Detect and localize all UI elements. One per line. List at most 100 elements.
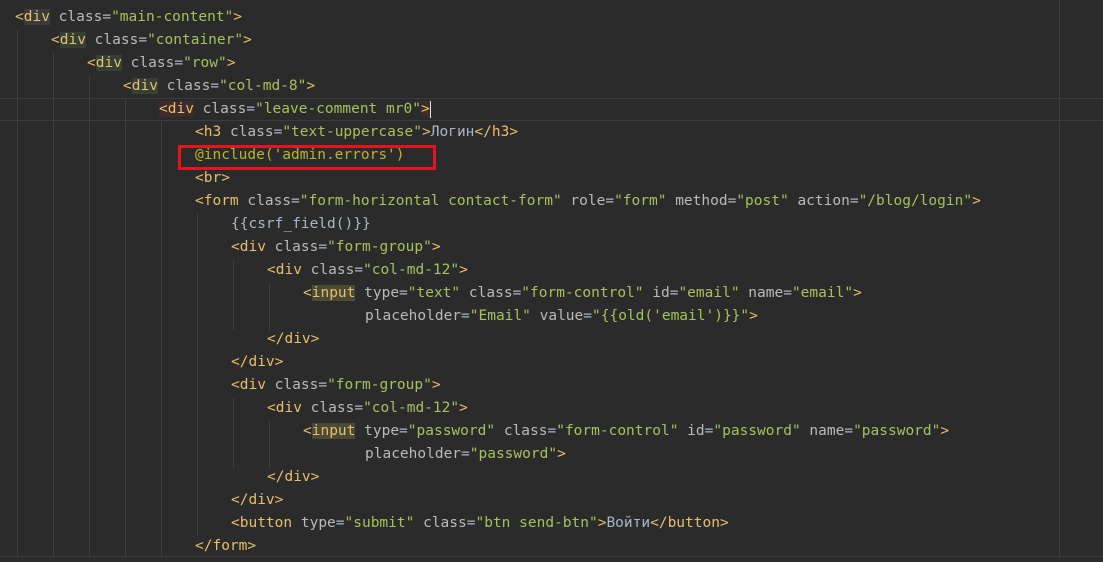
attribute-name: class — [229, 124, 274, 140]
tag-open-bracket: < — [15, 9, 24, 25]
equals-sign: = — [318, 377, 328, 393]
tag-name: div — [23, 9, 50, 25]
code-line-content: <div class="leave-comment mr0"> — [159, 99, 431, 120]
attribute-value: "password" — [853, 423, 941, 439]
code-line[interactable]: <div class="leave-comment mr0"> — [0, 98, 1103, 121]
code-line-content: <div class="col-md-8"> — [123, 75, 315, 98]
equals-sign: = — [399, 285, 408, 301]
closing-tag-end: > — [310, 469, 320, 485]
equals-sign: = — [547, 423, 557, 439]
attribute-value: "container" — [147, 32, 244, 48]
code-line-content: <div class="form-group"> — [231, 236, 441, 259]
status-edge — [0, 556, 1103, 562]
tag-open-bracket: < — [195, 124, 204, 140]
tag-close-bracket: > — [431, 239, 441, 255]
closing-tag-open: </ — [650, 515, 668, 531]
attribute-name: class — [247, 193, 292, 209]
code-line[interactable]: <div class="form-group"> — [0, 236, 1103, 259]
code-line[interactable]: <div class="main-content"> — [0, 6, 1103, 29]
closing-tag-open: </ — [231, 492, 249, 508]
tag-name: br — [203, 170, 222, 186]
equals-sign: = — [335, 515, 345, 531]
attribute-name: type — [364, 423, 400, 439]
code-line[interactable]: <form class="form-horizontal contact-for… — [0, 190, 1103, 213]
code-line[interactable]: <div class="col-md-8"> — [0, 75, 1103, 98]
equals-sign: = — [399, 423, 408, 439]
attribute-name: id — [687, 423, 705, 439]
code-line-content: </div> — [231, 489, 283, 512]
code-line[interactable]: @include('admin.errors') — [0, 144, 1103, 167]
code-line[interactable]: </div> — [0, 351, 1103, 374]
code-line-content: <div class="col-md-12"> — [267, 259, 468, 282]
attribute-value: "form-control" — [556, 423, 679, 439]
code-line[interactable]: <input type="text" class="form-control" … — [0, 282, 1103, 305]
code-line[interactable]: <div class="container"> — [0, 29, 1103, 52]
code-line[interactable]: <div class="form-group"> — [0, 374, 1103, 397]
tag-name: div — [275, 262, 302, 278]
equals-sign: = — [138, 32, 148, 48]
code-line[interactable]: <input type="password" class="form-contr… — [0, 420, 1103, 443]
tag-close-bracket: > — [940, 423, 950, 439]
closing-tag-name: form — [212, 538, 248, 554]
equals-sign: = — [512, 285, 522, 301]
tag-close-bracket: > — [221, 170, 230, 186]
equals-sign: = — [783, 285, 792, 301]
code-line[interactable]: <div class="col-md-12"> — [0, 259, 1103, 282]
code-line-content: </form> — [195, 535, 256, 558]
attribute-name: class — [310, 262, 355, 278]
tag-open-bracket: < — [51, 32, 60, 48]
attribute-value: "email" — [678, 285, 740, 301]
tag-open-bracket: < — [267, 262, 276, 278]
code-line[interactable]: </div> — [0, 489, 1103, 512]
tag-open-bracket: < — [195, 193, 204, 209]
equals-sign: = — [210, 78, 220, 94]
closing-tag-end: > — [719, 515, 729, 531]
closing-tag-end: > — [274, 492, 284, 508]
closing-tag-name: div — [284, 469, 311, 485]
attribute-name: class — [503, 423, 548, 439]
equals-sign: = — [354, 400, 364, 416]
attribute-value: "post" — [736, 193, 789, 209]
attribute-value: "email" — [791, 285, 854, 301]
attribute-name: class — [423, 515, 467, 531]
equals-sign: = — [174, 55, 184, 71]
equals-sign: = — [583, 308, 592, 324]
tag-close-bracket: > — [459, 400, 468, 416]
code-line[interactable]: <button type="submit" class="btn send-bt… — [0, 512, 1103, 535]
code-line[interactable]: <div class="row"> — [0, 52, 1103, 75]
tag-close-bracket: > — [459, 262, 468, 278]
code-line[interactable]: placeholder="Email" value="{{old('email'… — [0, 305, 1103, 328]
attribute-value: "/blog/login" — [858, 193, 973, 209]
code-line[interactable]: placeholder="password"> — [0, 443, 1103, 466]
equals-sign: = — [849, 193, 859, 209]
tag-name: button — [239, 515, 293, 531]
tag-close-bracket: > — [306, 78, 316, 94]
tag-open-bracket: < — [231, 239, 240, 255]
tag-open-bracket: < — [123, 78, 132, 94]
attribute-value: "Email" — [469, 308, 531, 324]
code-line[interactable]: <h3 class="text-uppercase">Логин</h3> — [0, 121, 1103, 144]
code-line-content: </div> — [231, 351, 283, 374]
tag-open-bracket: < — [303, 423, 312, 439]
equals-sign: = — [354, 262, 364, 278]
equals-sign: = — [102, 9, 112, 25]
code-line[interactable]: </form> — [0, 535, 1103, 558]
tag-name: div — [95, 55, 122, 71]
closing-tag-end: > — [310, 331, 320, 347]
attribute-name: placeholder — [365, 308, 462, 324]
text-cursor — [429, 100, 431, 118]
attribute-name: name — [809, 423, 845, 439]
code-line[interactable]: </div> — [0, 328, 1103, 351]
tag-open-bracket: < — [231, 515, 240, 531]
equals-sign: = — [461, 308, 470, 324]
attribute-name: class — [166, 78, 211, 94]
tag-open-bracket: < — [87, 55, 96, 71]
code-line[interactable]: <br> — [0, 167, 1103, 190]
tag-name: input — [311, 285, 356, 301]
code-line-content: <input type="text" class="form-control" … — [303, 282, 862, 305]
code-line[interactable]: <div class="col-md-12"> — [0, 397, 1103, 420]
tag-name: h3 — [203, 124, 222, 140]
code-line[interactable]: {{csrf_field()}} — [0, 213, 1103, 236]
code-line[interactable]: </div> — [0, 466, 1103, 489]
code-editor[interactable]: <div class="main-content"> <div class="co… — [0, 0, 1103, 562]
